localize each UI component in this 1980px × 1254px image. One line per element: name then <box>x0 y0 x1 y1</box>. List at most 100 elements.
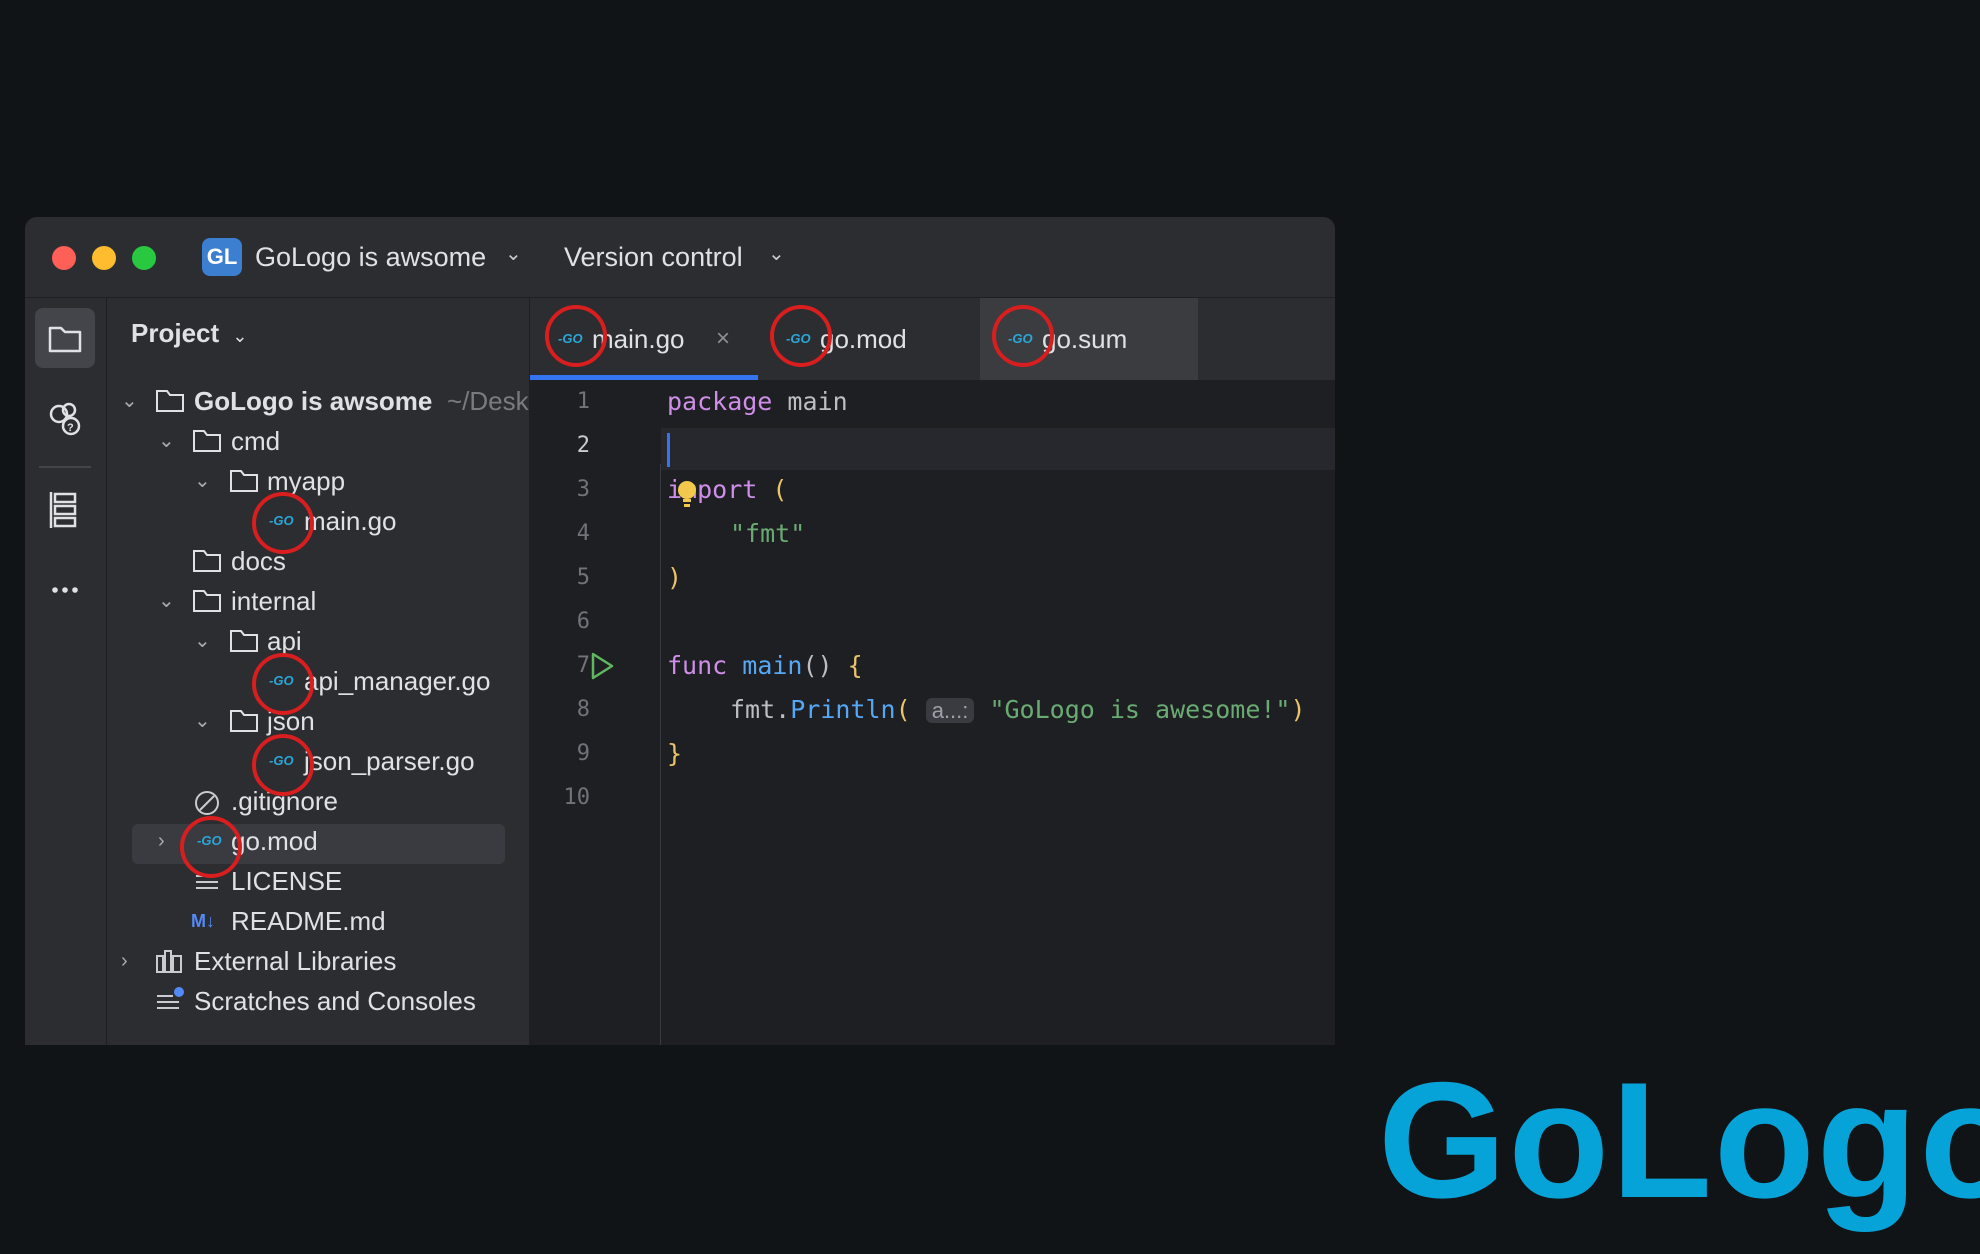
gologo-logo: GoLogo <box>1378 1048 1980 1232</box>
chevron-down-icon[interactable]: ⌄ <box>194 462 211 500</box>
code-token: { <box>847 651 863 680</box>
parameter-hint: a...: <box>925 698 975 723</box>
code-area[interactable]: 1 2 3 4 5 6 7 8 9 10 package main import… <box>530 381 1335 1045</box>
folder-icon <box>230 470 258 492</box>
close-icon[interactable]: × <box>716 298 730 380</box>
tool-separator <box>39 466 91 468</box>
tree-item-label: api_manager.go <box>304 666 491 696</box>
line-number: 4 <box>576 521 590 546</box>
chevron-down-icon[interactable]: ⌄ <box>768 241 785 266</box>
markdown-icon: M↓ <box>191 911 215 931</box>
chevron-down-icon[interactable]: ⌄ <box>121 382 138 420</box>
code-token: Println <box>790 695 896 724</box>
chevron-right-icon[interactable]: › <box>121 942 128 980</box>
tree-item-label: LICENSE <box>231 866 343 896</box>
project-tool-button[interactable] <box>35 308 95 368</box>
line-number: 8 <box>576 697 590 722</box>
minimize-window-button[interactable] <box>92 246 116 270</box>
chevron-down-icon[interactable]: ⌄ <box>505 241 522 266</box>
project-panel-title[interactable]: Project <box>131 318 219 348</box>
line-number: 7 <box>576 653 590 678</box>
code-line-4: "fmt" <box>730 519 805 548</box>
tree-item-label: GoLogo is awsome <box>194 386 433 416</box>
tree-item-label: cmd <box>231 426 281 456</box>
line-number: 2 <box>576 433 590 458</box>
tree-item-label: README.md <box>231 906 386 936</box>
tree-item-path: ~/Desk <box>447 386 529 416</box>
tree-item-label: go.mod <box>231 826 318 856</box>
editor-tab-bar: -GO main.go × -GO go.mod -GO go.sum <box>530 298 1335 381</box>
tree-item-label: main.go <box>304 506 397 536</box>
text-caret <box>667 433 670 467</box>
project-name[interactable]: GoLogo is awsome <box>255 239 486 275</box>
tree-item-root[interactable]: ⌄ GoLogo is awsome ~/Desk <box>107 382 529 420</box>
chevron-down-icon[interactable]: ⌄ <box>158 422 175 460</box>
line-number: 9 <box>576 741 590 766</box>
folder-icon <box>193 550 221 572</box>
run-icon[interactable] <box>588 651 616 681</box>
maximize-window-button[interactable] <box>132 246 156 270</box>
annotation-circle <box>545 305 607 367</box>
more-tools-button[interactable] <box>35 560 95 620</box>
folder-icon <box>193 590 221 612</box>
tab-label: go.mod <box>820 324 907 354</box>
project-panel-header[interactable]: Project ⌄ <box>131 318 247 349</box>
annotation-circle <box>770 305 832 367</box>
chevron-down-icon[interactable]: ⌄ <box>194 622 211 660</box>
close-window-button[interactable] <box>52 246 76 270</box>
code-line-1: package main <box>667 387 848 416</box>
code-token: "fmt" <box>730 519 806 548</box>
code-token: ( <box>772 475 788 504</box>
annotation-circle <box>992 305 1054 367</box>
chevron-down-icon[interactable]: ⌄ <box>194 702 211 740</box>
folder-icon <box>156 390 184 412</box>
structure-tool-button[interactable] <box>35 478 95 538</box>
annotation-circle <box>252 492 314 554</box>
ide-window: GL GoLogo is awsome ⌄ Version control ⌄ … <box>25 217 1335 1045</box>
chevron-down-icon[interactable]: ⌄ <box>158 582 175 620</box>
tree-item-label: Scratches and Consoles <box>194 986 476 1016</box>
folder-icon <box>193 430 221 452</box>
folder-icon <box>230 710 258 732</box>
code-token: fmt. <box>730 695 791 724</box>
project-badge[interactable]: GL <box>202 238 242 276</box>
lightbulb-icon[interactable] <box>676 479 698 511</box>
code-token: main <box>742 651 803 680</box>
chevron-down-icon[interactable]: ⌄ <box>232 326 247 346</box>
version-control-menu[interactable]: Version control <box>564 239 743 275</box>
plugins-tool-button[interactable]: ? <box>35 388 95 448</box>
structure-icon <box>49 492 77 528</box>
annotation-circle <box>252 653 314 715</box>
scratches-icon <box>157 987 184 1009</box>
code-token: func <box>667 651 728 680</box>
folder-icon <box>230 630 258 652</box>
tool-window-strip: ? <box>25 298 107 1045</box>
library-icon <box>156 950 182 973</box>
code-line-5: ) <box>667 563 682 592</box>
folder-icon <box>48 326 82 353</box>
code-token: package <box>667 387 773 416</box>
tree-item-label: internal <box>231 586 317 616</box>
code-token: () <box>802 651 848 680</box>
code-token: ( <box>895 695 911 724</box>
line-number: 5 <box>576 565 590 590</box>
code-token: "GoLogo is awesome!" <box>989 695 1291 724</box>
more-icon <box>52 587 78 593</box>
code-token: main <box>772 387 848 416</box>
tree-item-label: External Libraries <box>194 946 397 976</box>
svg-text:?: ? <box>67 422 74 434</box>
ignore-file-icon <box>195 791 219 815</box>
line-number: 1 <box>576 389 590 414</box>
current-line-highlight <box>661 428 1335 470</box>
plugins-icon: ? <box>49 402 81 436</box>
editor-area: -GO main.go × -GO go.mod -GO go.sum 1 2 … <box>530 298 1335 1045</box>
chevron-right-icon[interactable]: › <box>158 822 165 860</box>
line-number: 10 <box>563 785 591 810</box>
project-panel: Project ⌄ ⌄ GoLogo is awsome ~/Desk ⌄ cm… <box>107 298 530 1045</box>
code-line-7: func main() { <box>667 651 863 680</box>
tab-label: go.sum <box>1042 324 1128 354</box>
title-bar: GL GoLogo is awsome ⌄ Version control ⌄ <box>25 217 1335 298</box>
line-number: 3 <box>576 477 590 502</box>
tree-item-label: json_parser.go <box>304 746 475 776</box>
annotation-circle <box>180 816 242 878</box>
